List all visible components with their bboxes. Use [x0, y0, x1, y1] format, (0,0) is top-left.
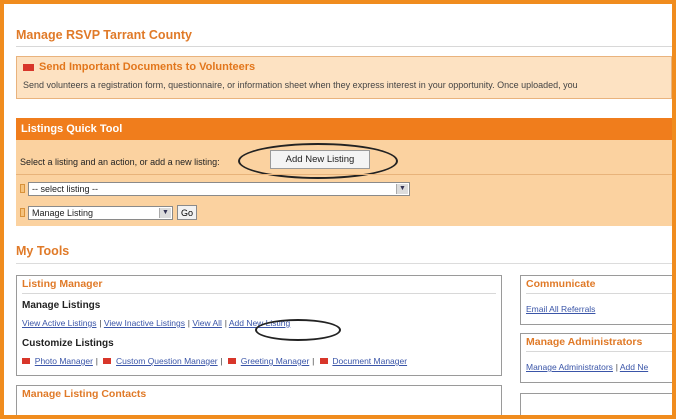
link-separator: | [312, 356, 317, 366]
link-separator: | [220, 356, 225, 366]
link-separator: | [95, 356, 101, 366]
row-marker-icon [20, 184, 25, 193]
add-administrator-link[interactable]: Add Ne [620, 362, 648, 372]
action-select[interactable]: Manage Listing ▼ [28, 206, 173, 220]
dropdown-arrow-icon[interactable]: ▼ [159, 208, 171, 218]
additional-panel [520, 393, 672, 415]
listing-contacts-panel: Manage Listing Contacts [16, 385, 502, 415]
greeting-manager-link[interactable]: Greeting Manager [241, 356, 310, 366]
manage-listings-heading: Manage Listings [22, 300, 101, 311]
document-manager-link[interactable]: Document Manager [332, 356, 407, 366]
page-content: Manage RSVP Tarrant County Send Importan… [16, 4, 672, 415]
greeting-icon [227, 358, 236, 365]
notice-title: Send Important Documents to Volunteers [39, 61, 256, 73]
row-marker-icon [20, 208, 25, 217]
email-all-referrals-link[interactable]: Email All Referrals [526, 304, 595, 314]
communicate-panel: Communicate Email All Referrals [520, 275, 672, 325]
go-button[interactable]: Go [177, 205, 197, 220]
manage-listings-links: View Active Listings | View Inactive Lis… [22, 318, 290, 329]
page-title: Manage RSVP Tarrant County [16, 28, 192, 42]
flag-icon [23, 64, 34, 71]
customize-listings-heading: Customize Listings [22, 338, 114, 349]
quick-tool-prompt: Select a listing and an action, or add a… [20, 157, 220, 167]
notice-banner: Send Important Documents to Volunteers S… [16, 56, 672, 99]
listing-manager-panel: Listing Manager Manage Listings View Act… [16, 275, 502, 376]
manage-administrators-link[interactable]: Manage Administrators [526, 362, 613, 372]
panel-divider [526, 351, 672, 352]
communicate-links: Email All Referrals [526, 304, 595, 315]
add-new-listing-button[interactable]: Add New Listing [270, 150, 370, 169]
photo-icon [22, 358, 30, 365]
notice-text: Send volunteers a registration form, que… [23, 80, 578, 90]
quick-tool-title: Listings Quick Tool [21, 123, 123, 135]
administrators-panel: Manage Administrators Manage Administrat… [520, 333, 672, 383]
quick-tool-header: Listings Quick Tool [16, 118, 672, 140]
view-inactive-listings-link[interactable]: View Inactive Listings [104, 318, 185, 328]
photo-manager-link[interactable]: Photo Manager [35, 356, 93, 366]
quick-tool-body: Select a listing and an action, or add a… [16, 140, 672, 226]
panel-divider [526, 293, 672, 294]
title-divider [16, 46, 672, 47]
listing-select[interactable]: -- select listing -- ▼ [28, 182, 410, 196]
communicate-title: Communicate [526, 278, 596, 290]
my-tools-title: My Tools [16, 244, 70, 258]
customize-listings-links: Photo Manager | Custom Question Manager … [19, 356, 407, 367]
add-new-listing-link[interactable]: Add New Listing [229, 318, 290, 328]
listing-manager-title: Listing Manager [22, 278, 103, 290]
screenshot-frame: Manage RSVP Tarrant County Send Importan… [0, 0, 676, 419]
listing-contacts-title: Manage Listing Contacts [22, 388, 147, 400]
dropdown-arrow-icon[interactable]: ▼ [396, 184, 408, 194]
view-all-link[interactable]: View All [192, 318, 222, 328]
panel-divider [22, 293, 496, 294]
my-tools-divider [16, 263, 672, 264]
action-select-value: Manage Listing [32, 208, 94, 218]
listing-select-value: -- select listing -- [32, 184, 99, 194]
administrators-title: Manage Administrators [526, 336, 643, 348]
quick-tool-divider [16, 174, 672, 175]
custom-question-manager-link[interactable]: Custom Question Manager [116, 356, 218, 366]
view-active-listings-link[interactable]: View Active Listings [22, 318, 97, 328]
question-icon [103, 358, 112, 365]
administrators-links: Manage Administrators | Add Ne [526, 362, 648, 373]
document-icon [319, 358, 328, 365]
